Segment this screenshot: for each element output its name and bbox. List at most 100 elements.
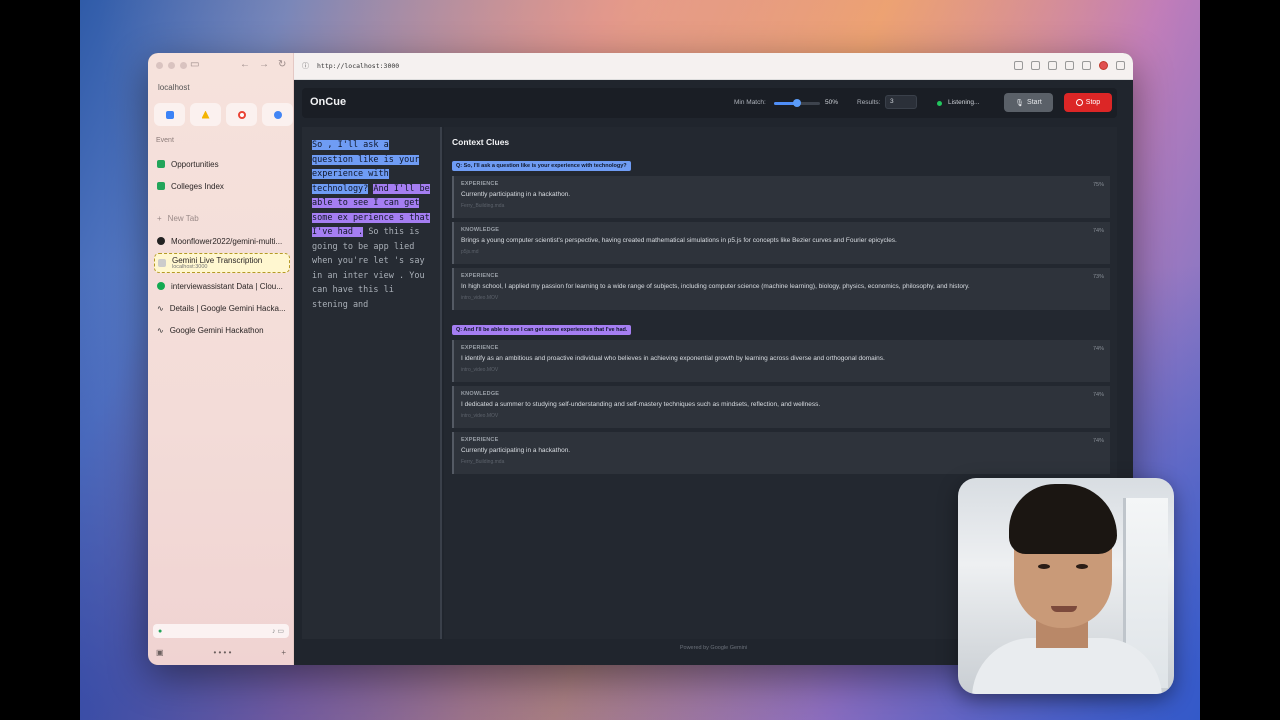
tab-label: Google Gemini Hackathon	[169, 325, 264, 335]
add-icon[interactable]: +	[281, 648, 286, 657]
min-match-value: 50%	[825, 99, 839, 106]
media-controls-icon: ♪ ▭	[271, 628, 284, 635]
transcript-panel: So , I'll ask a question like is your ex…	[302, 127, 442, 639]
sidebar-toggle-icon[interactable]: ▭	[190, 59, 199, 70]
reload-icon[interactable]: ↻	[278, 59, 286, 70]
tab-text: Gemini Live Transcription localhost:3000	[172, 256, 262, 270]
min-match-label: Min Match:	[734, 99, 766, 106]
sidebar-media-bar[interactable]: ● ♪ ▭	[153, 624, 289, 638]
clue-score: 75%	[1092, 182, 1104, 188]
mic-active-icon: ●	[158, 627, 163, 635]
record-icon[interactable]	[1099, 61, 1108, 70]
back-arrow-icon[interactable]: ←	[240, 59, 250, 70]
clue-card[interactable]: EXPERIENCE In high school, I applied my …	[452, 268, 1110, 310]
clue-source: intro_video.MOV	[461, 295, 499, 301]
stop-button[interactable]: Stop	[1064, 93, 1112, 112]
url-bar[interactable]: http://localhost:3000	[317, 62, 399, 70]
clue-card[interactable]: EXPERIENCE Currently participating in a …	[452, 176, 1110, 218]
clue-score: 74%	[1092, 228, 1104, 234]
sidebar-item-label: Opportunities	[171, 159, 219, 169]
extension-icon[interactable]	[1065, 61, 1074, 70]
sidebar-tab-devpost-hackathon[interactable]: ∿ Google Gemini Hackathon	[154, 322, 290, 338]
forward-arrow-icon[interactable]: →	[259, 59, 269, 70]
screenshot-icon[interactable]	[1031, 61, 1040, 70]
start-button[interactable]: 🎙 Start	[1004, 93, 1053, 112]
clue-group-2: Q: And I'll be able to see I can get som…	[452, 318, 1110, 474]
sidebar-tab-gemini-live[interactable]: Gemini Live Transcription localhost:3000	[154, 253, 290, 273]
clue-text: Currently participating in a hackathon.	[461, 447, 571, 454]
sheets-icon	[157, 182, 165, 190]
sidebar-tab-mongodb[interactable]: interviewassistant Data | Clou...	[154, 278, 290, 294]
favorite-calendar[interactable]	[154, 103, 185, 126]
clue-text: I dedicated a summer to studying self-un…	[461, 401, 821, 408]
clue-source: Ferry_Building.mda	[461, 459, 505, 465]
space-dots-icon[interactable]: • • • •	[214, 648, 232, 657]
clue-source: intro_video.MOV	[461, 367, 499, 373]
sidebar-item-colleges-index[interactable]: Colleges Index	[154, 178, 290, 194]
listening-indicator	[937, 101, 942, 106]
results-label: Results:	[857, 99, 881, 106]
results-input[interactable]: 3	[885, 95, 917, 109]
question-tag: Q: So, I'll ask a question like is your …	[452, 161, 631, 171]
slider-knob[interactable]	[793, 99, 801, 107]
drive-icon	[201, 110, 210, 119]
sheets-icon	[157, 160, 165, 168]
sidebar-tab-github[interactable]: Moonflower2022/gemini-multi...	[154, 233, 290, 249]
favorites-bar	[154, 103, 293, 126]
letterbox-right	[1200, 0, 1280, 720]
settings-icon[interactable]	[1082, 61, 1091, 70]
stop-icon	[1075, 99, 1083, 106]
listening-status: Listening...	[948, 99, 980, 106]
link-icon[interactable]	[1014, 61, 1023, 70]
app-title: OnCue	[310, 96, 347, 108]
webcam-overlay	[958, 478, 1174, 694]
start-label: Start	[1027, 99, 1042, 106]
google-icon	[237, 110, 246, 119]
sidebar-address[interactable]: localhost	[158, 83, 190, 92]
sidebar-item-opportunities[interactable]: Opportunities	[154, 156, 290, 172]
browser-sidebar: ▭ ← → ↻ localhost Event Opportunities Co…	[148, 53, 294, 665]
camera-icon[interactable]	[1048, 61, 1057, 70]
clue-score: 73%	[1092, 274, 1104, 280]
presenter-hair	[1009, 484, 1117, 554]
clue-text: Brings a young computer scientist's pers…	[461, 237, 897, 244]
clue-type: EXPERIENCE	[461, 273, 499, 279]
clue-text: I identify as an ambitious and proactive…	[461, 355, 885, 362]
clue-score: 74%	[1092, 346, 1104, 352]
mic-icon: 🎙	[1015, 99, 1025, 107]
favorite-drive[interactable]	[190, 103, 221, 126]
new-tab-button[interactable]: + New Tab	[154, 210, 290, 226]
browser-toolbar: ⓘ http://localhost:3000	[294, 53, 1133, 80]
presenter-mouth	[1051, 606, 1077, 612]
calendar-icon	[165, 110, 174, 119]
page-icon	[158, 259, 166, 267]
clue-card[interactable]: EXPERIENCE Currently participating in a …	[452, 432, 1110, 474]
clue-text: Currently participating in a hackathon.	[461, 191, 571, 198]
clue-type: KNOWLEDGE	[461, 227, 500, 233]
clue-type: EXPERIENCE	[461, 181, 499, 187]
question-tag: Q: And I'll be able to see I can get som…	[452, 325, 632, 335]
devpost-icon: ∿	[157, 303, 164, 313]
library-icon[interactable]: ▣	[156, 648, 164, 657]
window-controls[interactable]	[156, 62, 187, 69]
clue-card[interactable]: KNOWLEDGE Brings a young computer scient…	[452, 222, 1110, 264]
sidebar-tab-devpost-details[interactable]: ∿ Details | Google Gemini Hacka...	[154, 300, 290, 316]
clue-score: 74%	[1092, 392, 1104, 398]
min-match-slider[interactable]	[774, 99, 820, 107]
stop-label: Stop	[1085, 99, 1101, 106]
clue-card[interactable]: KNOWLEDGE I dedicated a summer to studyi…	[452, 386, 1110, 428]
sidebar-section-label: Event	[156, 137, 174, 144]
clue-type: EXPERIENCE	[461, 345, 499, 351]
favorite-google[interactable]	[226, 103, 257, 126]
presenter-eye	[1076, 564, 1088, 569]
clue-text: In high school, I applied my passion for…	[461, 283, 970, 290]
clue-card[interactable]: EXPERIENCE I identify as an ambitious an…	[452, 340, 1110, 382]
mongodb-icon	[157, 282, 165, 290]
sidebar-right-icon[interactable]	[1116, 61, 1125, 70]
clue-type: EXPERIENCE	[461, 437, 499, 443]
clue-type: KNOWLEDGE	[461, 391, 500, 397]
chrome-icon	[273, 110, 282, 119]
tab-label: interviewassistant Data | Clou...	[171, 281, 283, 291]
favorite-chrome[interactable]	[262, 103, 293, 126]
info-icon[interactable]: ⓘ	[302, 61, 309, 71]
